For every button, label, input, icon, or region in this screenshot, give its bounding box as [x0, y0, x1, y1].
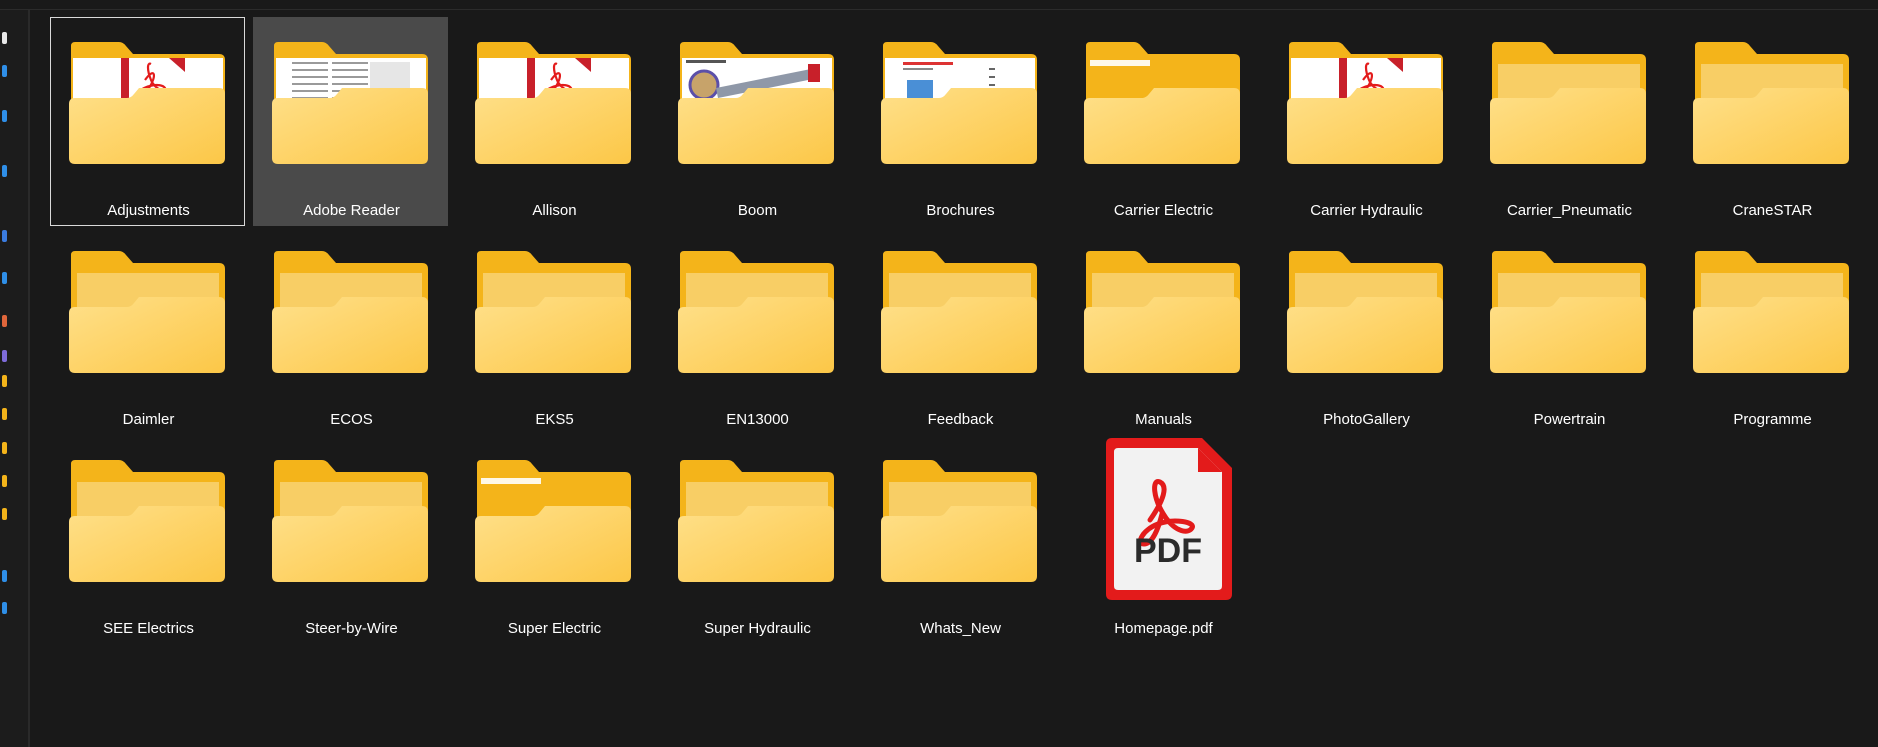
file-item[interactable]: PDF Homepage.pdf [1065, 435, 1260, 644]
folder-item[interactable]: Powertrain [1471, 226, 1666, 435]
folder-icon [69, 42, 225, 164]
item-label: SEE Electrics [103, 620, 194, 637]
folder-icon [1084, 251, 1240, 373]
nav-icon[interactable] [2, 65, 7, 77]
nav-icon[interactable] [2, 602, 7, 614]
navigation-pane-strip[interactable] [0, 10, 30, 747]
folder-icon [678, 460, 834, 582]
item-label: EN13000 [726, 411, 789, 428]
folder-icon [272, 251, 428, 373]
svg-text:PDF: PDF [1134, 532, 1202, 570]
item-label: Programme [1733, 411, 1812, 428]
folder-item[interactable]: Manuals [1065, 226, 1260, 435]
folder-icon [1693, 42, 1849, 164]
folder-icon [475, 42, 631, 164]
folder-icon [69, 251, 225, 373]
folder-item[interactable]: Adjustments [50, 17, 245, 226]
folder-icon [1693, 251, 1849, 373]
item-label: EKS5 [535, 411, 574, 428]
item-label: Homepage.pdf [1114, 620, 1213, 637]
folder-icon [1287, 42, 1443, 164]
item-label: CraneSTAR [1732, 202, 1813, 219]
nav-icon[interactable] [2, 315, 7, 327]
nav-icon[interactable] [2, 350, 7, 362]
nav-icon[interactable] [2, 442, 7, 454]
folder-item[interactable]: Carrier Electric [1065, 17, 1260, 226]
folder-icon [678, 251, 834, 373]
item-label: Adobe Reader [303, 202, 400, 219]
item-label: Brochures [926, 202, 995, 219]
item-label: Boom [737, 202, 778, 219]
nav-icon[interactable] [2, 375, 7, 387]
folder-item[interactable]: Whats_New [862, 435, 1057, 644]
item-label: ECOS [330, 411, 373, 428]
top-border [0, 0, 1878, 10]
item-label: Super Electric [507, 620, 602, 637]
item-label: Super Hydraulic [704, 620, 811, 637]
folder-item[interactable]: Feedback [862, 226, 1057, 435]
nav-icon[interactable] [2, 475, 7, 487]
nav-icon[interactable] [2, 408, 7, 420]
folder-item[interactable]: Super Hydraulic [659, 435, 854, 644]
file-explorer-window: Adjustments Adobe Reader Allison Boom Br… [0, 0, 1878, 747]
folder-item[interactable]: ECOS [253, 226, 448, 435]
folder-icon [1490, 251, 1646, 373]
item-label: Carrier Hydraulic [1310, 202, 1423, 219]
folder-icon [272, 42, 428, 164]
nav-icon[interactable] [2, 570, 7, 582]
nav-icon[interactable] [2, 272, 7, 284]
folder-icon [881, 251, 1037, 373]
folder-item[interactable]: SEE Electrics [50, 435, 245, 644]
folder-item[interactable]: Boom [659, 17, 854, 226]
folder-item[interactable]: EKS5 [456, 226, 651, 435]
item-label: Powertrain [1533, 411, 1606, 428]
folder-item[interactable]: CraneSTAR [1674, 17, 1869, 226]
nav-icon[interactable] [2, 110, 7, 122]
item-label: Allison [532, 202, 577, 219]
item-label: Carrier_Pneumatic [1506, 202, 1633, 219]
folder-icon [678, 42, 834, 164]
folder-icon [881, 42, 1037, 164]
folder-item[interactable]: Adobe Reader [253, 17, 448, 226]
item-label: Adjustments [107, 202, 190, 219]
folder-icon [475, 251, 631, 373]
item-label: Carrier Electric [1113, 202, 1214, 219]
nav-icon[interactable] [2, 508, 7, 520]
nav-icon[interactable] [2, 32, 7, 44]
item-label: Steer-by-Wire [305, 620, 398, 637]
folder-item[interactable]: PhotoGallery [1268, 226, 1463, 435]
folder-icon [1490, 42, 1646, 164]
item-label: Whats_New [920, 620, 1001, 637]
folder-item[interactable]: Programme [1674, 226, 1869, 435]
folder-icon [881, 460, 1037, 582]
pdf-file-icon: PDF [1106, 438, 1232, 600]
folder-icon [1287, 251, 1443, 373]
folder-item[interactable]: Brochures [862, 17, 1057, 226]
folder-item[interactable]: EN13000 [659, 226, 854, 435]
folder-item[interactable]: Steer-by-Wire [253, 435, 448, 644]
item-label: PhotoGallery [1323, 411, 1410, 428]
folder-item[interactable]: Carrier Hydraulic [1268, 17, 1463, 226]
folder-icon [69, 460, 225, 582]
item-label: Feedback [927, 411, 994, 428]
nav-icon[interactable] [2, 165, 7, 177]
item-label: Manuals [1135, 411, 1192, 428]
folder-icon [272, 460, 428, 582]
folder-item[interactable]: Allison [456, 17, 651, 226]
folder-item[interactable]: Super Electric [456, 435, 651, 644]
folder-item[interactable]: Daimler [50, 226, 245, 435]
folder-icon [475, 460, 631, 582]
item-label: Daimler [122, 411, 175, 428]
file-grid: Adjustments Adobe Reader Allison Boom Br… [50, 17, 1869, 644]
folder-item[interactable]: Carrier_Pneumatic [1471, 17, 1666, 226]
nav-icon[interactable] [2, 230, 7, 242]
folder-icon [1084, 42, 1240, 164]
